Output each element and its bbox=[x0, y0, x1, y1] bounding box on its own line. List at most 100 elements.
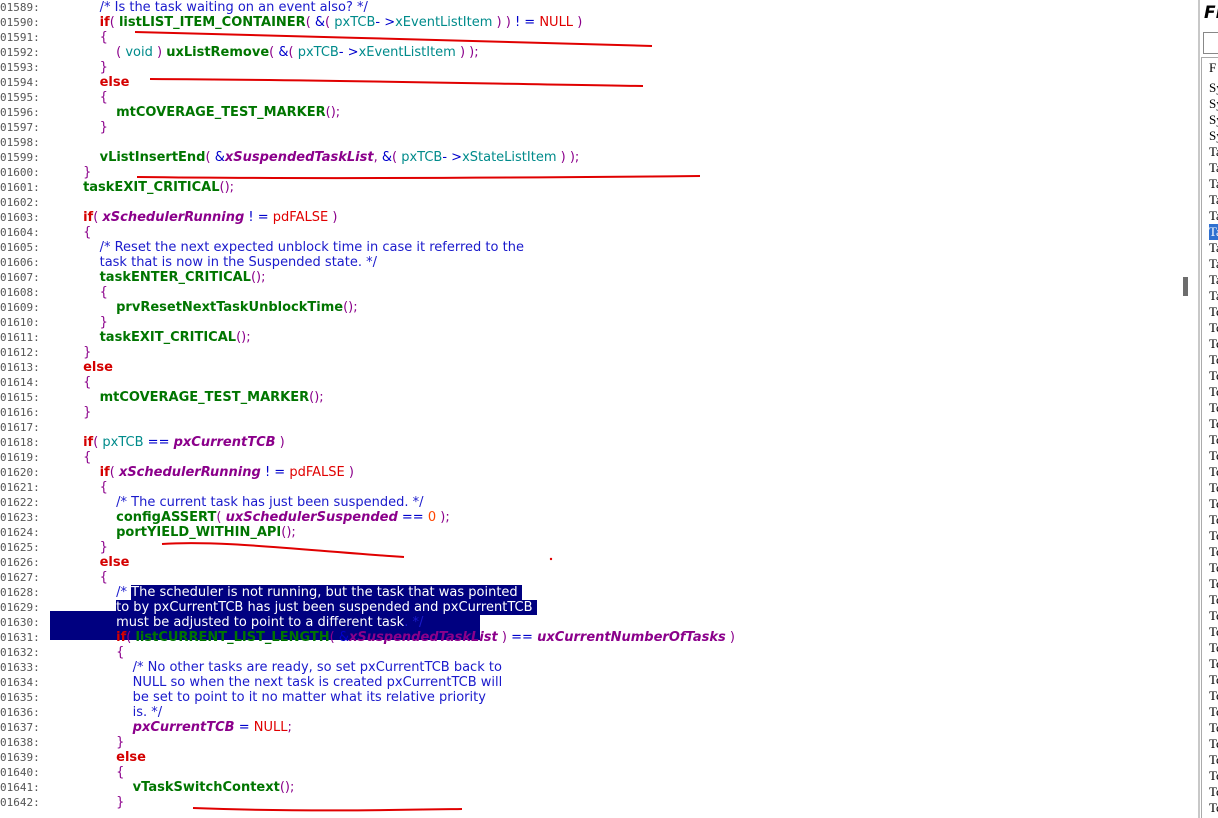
code-line[interactable]: 01616: } bbox=[0, 405, 1188, 420]
side-list-item[interactable]: Tc bbox=[1209, 384, 1218, 400]
side-list-item[interactable]: Ta bbox=[1209, 272, 1218, 288]
code-line[interactable]: 01622: /* The current task has just been… bbox=[0, 495, 1188, 510]
side-search-input[interactable] bbox=[1203, 32, 1218, 54]
code-line[interactable]: 01606: task that is now in the Suspended… bbox=[0, 255, 1188, 270]
side-list-item[interactable]: Tc bbox=[1209, 560, 1218, 576]
code-line[interactable]: 01627: { bbox=[0, 570, 1188, 585]
side-list-item[interactable]: Tc bbox=[1209, 640, 1218, 656]
code-line[interactable]: 01591: { bbox=[0, 30, 1188, 45]
vertical-scrollbar[interactable] bbox=[1180, 0, 1190, 818]
code-line[interactable]: 01636: is. */ bbox=[0, 705, 1188, 720]
side-list-item[interactable]: Ta bbox=[1209, 240, 1218, 256]
code-line[interactable]: 01619: { bbox=[0, 450, 1188, 465]
side-list-item[interactable]: Tc bbox=[1209, 656, 1218, 672]
code-line[interactable]: 01610: } bbox=[0, 315, 1188, 330]
code-line[interactable]: 01632: { bbox=[0, 645, 1188, 660]
code-line[interactable]: 01611: taskEXIT_CRITICAL(); bbox=[0, 330, 1188, 345]
side-list-item[interactable]: Tc bbox=[1209, 400, 1218, 416]
side-list-item[interactable]: Ta bbox=[1209, 224, 1218, 240]
code-line[interactable]: 01637: pxCurrentTCB = NULL; bbox=[0, 720, 1188, 735]
code-line[interactable]: 01614: { bbox=[0, 375, 1188, 390]
side-list-item[interactable]: Tc bbox=[1209, 304, 1218, 320]
side-list-item[interactable]: Ta bbox=[1209, 208, 1218, 224]
code-line[interactable]: 01602: bbox=[0, 195, 1188, 210]
side-list-item[interactable]: Tc bbox=[1209, 496, 1218, 512]
side-list-item[interactable]: Tc bbox=[1209, 416, 1218, 432]
code-line[interactable]: 01625: } bbox=[0, 540, 1188, 555]
code-line[interactable]: 01613: else bbox=[0, 360, 1188, 375]
code-line[interactable]: 01617: bbox=[0, 420, 1188, 435]
code-line[interactable]: 01628: /* The scheduler is not running, … bbox=[0, 585, 1188, 600]
code-line[interactable]: 01623: configASSERT( uxSchedulerSuspende… bbox=[0, 510, 1188, 525]
code-line[interactable]: 01596: mtCOVERAGE_TEST_MARKER(); bbox=[0, 105, 1188, 120]
code-line[interactable]: 01594: else bbox=[0, 75, 1188, 90]
code-line[interactable]: 01590: if( listLIST_ITEM_CONTAINER( &( p… bbox=[0, 15, 1188, 30]
side-list-item[interactable]: Tc bbox=[1209, 448, 1218, 464]
code-line[interactable]: 01634: NULL so when the next task is cre… bbox=[0, 675, 1188, 690]
code-editor[interactable]: 01589: /* Is the task waiting on an even… bbox=[0, 0, 1188, 818]
side-list-item[interactable]: Sy bbox=[1209, 96, 1218, 112]
side-list-item[interactable]: Tc bbox=[1209, 720, 1218, 736]
side-list-item[interactable]: Tc bbox=[1209, 576, 1218, 592]
code-line[interactable]: 01597: } bbox=[0, 120, 1188, 135]
code-line[interactable]: 01624: portYIELD_WITHIN_API(); bbox=[0, 525, 1188, 540]
code-line[interactable]: 01603: if( xSchedulerRunning ! = pdFALSE… bbox=[0, 210, 1188, 225]
side-list-item[interactable]: Ta bbox=[1209, 176, 1218, 192]
side-list-item[interactable]: Tc bbox=[1209, 528, 1218, 544]
code-line[interactable]: 01615: mtCOVERAGE_TEST_MARKER(); bbox=[0, 390, 1188, 405]
side-list-item[interactable]: Tc bbox=[1209, 704, 1218, 720]
side-list-item[interactable]: Tc bbox=[1209, 352, 1218, 368]
side-list-item[interactable]: Tc bbox=[1209, 512, 1218, 528]
side-list-item[interactable]: Tc bbox=[1209, 464, 1218, 480]
code-line[interactable]: 01599: vListInsertEnd( &xSuspendedTaskLi… bbox=[0, 150, 1188, 165]
side-list-item[interactable]: Tc bbox=[1209, 768, 1218, 784]
side-list-item[interactable]: Tc bbox=[1209, 480, 1218, 496]
code-line[interactable]: 01638: } bbox=[0, 735, 1188, 750]
code-line[interactable]: 01641: vTaskSwitchContext(); bbox=[0, 780, 1188, 795]
side-list-item[interactable]: Ta bbox=[1209, 192, 1218, 208]
side-list-item[interactable]: Ta bbox=[1209, 256, 1218, 272]
code-line[interactable]: 01631: if( listCURRENT_LIST_LENGTH( &xSu… bbox=[0, 630, 1188, 645]
code-line[interactable]: 01601: taskEXIT_CRITICAL(); bbox=[0, 180, 1188, 195]
side-list-item[interactable]: Ta bbox=[1209, 144, 1218, 160]
code-line[interactable]: 01630: must be adjusted to point to a di… bbox=[0, 615, 1188, 630]
code-line[interactable]: 01629: to by pxCurrentTCB has just been … bbox=[0, 600, 1188, 615]
code-line[interactable]: 01589: /* Is the task waiting on an even… bbox=[0, 0, 1188, 15]
code-line[interactable]: 01593: } bbox=[0, 60, 1188, 75]
code-line[interactable]: 01620: if( xSchedulerRunning ! = pdFALSE… bbox=[0, 465, 1188, 480]
code-line[interactable]: 01640: { bbox=[0, 765, 1188, 780]
code-line[interactable]: 01626: else bbox=[0, 555, 1188, 570]
side-list-item[interactable]: Tc bbox=[1209, 736, 1218, 752]
side-list-item[interactable]: Sy bbox=[1209, 80, 1218, 96]
side-list-item[interactable]: Tc bbox=[1209, 624, 1218, 640]
side-list-item[interactable]: Tc bbox=[1209, 320, 1218, 336]
side-list-item[interactable]: Tc bbox=[1209, 800, 1218, 816]
code-line[interactable]: 01642: } bbox=[0, 795, 1188, 810]
code-line[interactable]: 01600: } bbox=[0, 165, 1188, 180]
code-line[interactable]: 01618: if( pxTCB == pxCurrentTCB ) bbox=[0, 435, 1188, 450]
code-line[interactable]: 01621: { bbox=[0, 480, 1188, 495]
side-list-item[interactable]: Tc bbox=[1209, 432, 1218, 448]
side-list-item[interactable]: Tc bbox=[1209, 544, 1218, 560]
side-list-item[interactable]: Tc bbox=[1209, 592, 1218, 608]
scrollbar-thumb[interactable] bbox=[1183, 277, 1188, 296]
side-list-item[interactable]: Tc bbox=[1209, 688, 1218, 704]
side-list-item[interactable]: Sy bbox=[1209, 128, 1218, 144]
side-list-item[interactable]: Ta bbox=[1209, 288, 1218, 304]
side-list-item[interactable]: Tc bbox=[1209, 752, 1218, 768]
side-list-item[interactable]: Tc bbox=[1209, 368, 1218, 384]
code-line[interactable]: 01612: } bbox=[0, 345, 1188, 360]
code-line[interactable]: 01633: /* No other tasks are ready, so s… bbox=[0, 660, 1188, 675]
code-line[interactable]: 01639: else bbox=[0, 750, 1188, 765]
side-list-item[interactable]: Sy bbox=[1209, 112, 1218, 128]
side-list[interactable]: F SySySySyTaTaTaTaTaTaTaTaTaTaTcTcTcTcTc… bbox=[1201, 57, 1218, 818]
side-list-item[interactable]: Tc bbox=[1209, 608, 1218, 624]
code-line[interactable]: 01607: taskENTER_CRITICAL(); bbox=[0, 270, 1188, 285]
code-line[interactable]: 01609: prvResetNextTaskUnblockTime(); bbox=[0, 300, 1188, 315]
code-line[interactable]: 01598: bbox=[0, 135, 1188, 150]
code-line[interactable]: 01604: { bbox=[0, 225, 1188, 240]
code-line[interactable]: 01635: be set to point to it no matter w… bbox=[0, 690, 1188, 705]
side-list-item[interactable]: Tc bbox=[1209, 336, 1218, 352]
code-line[interactable]: 01608: { bbox=[0, 285, 1188, 300]
code-line[interactable]: 01595: { bbox=[0, 90, 1188, 105]
